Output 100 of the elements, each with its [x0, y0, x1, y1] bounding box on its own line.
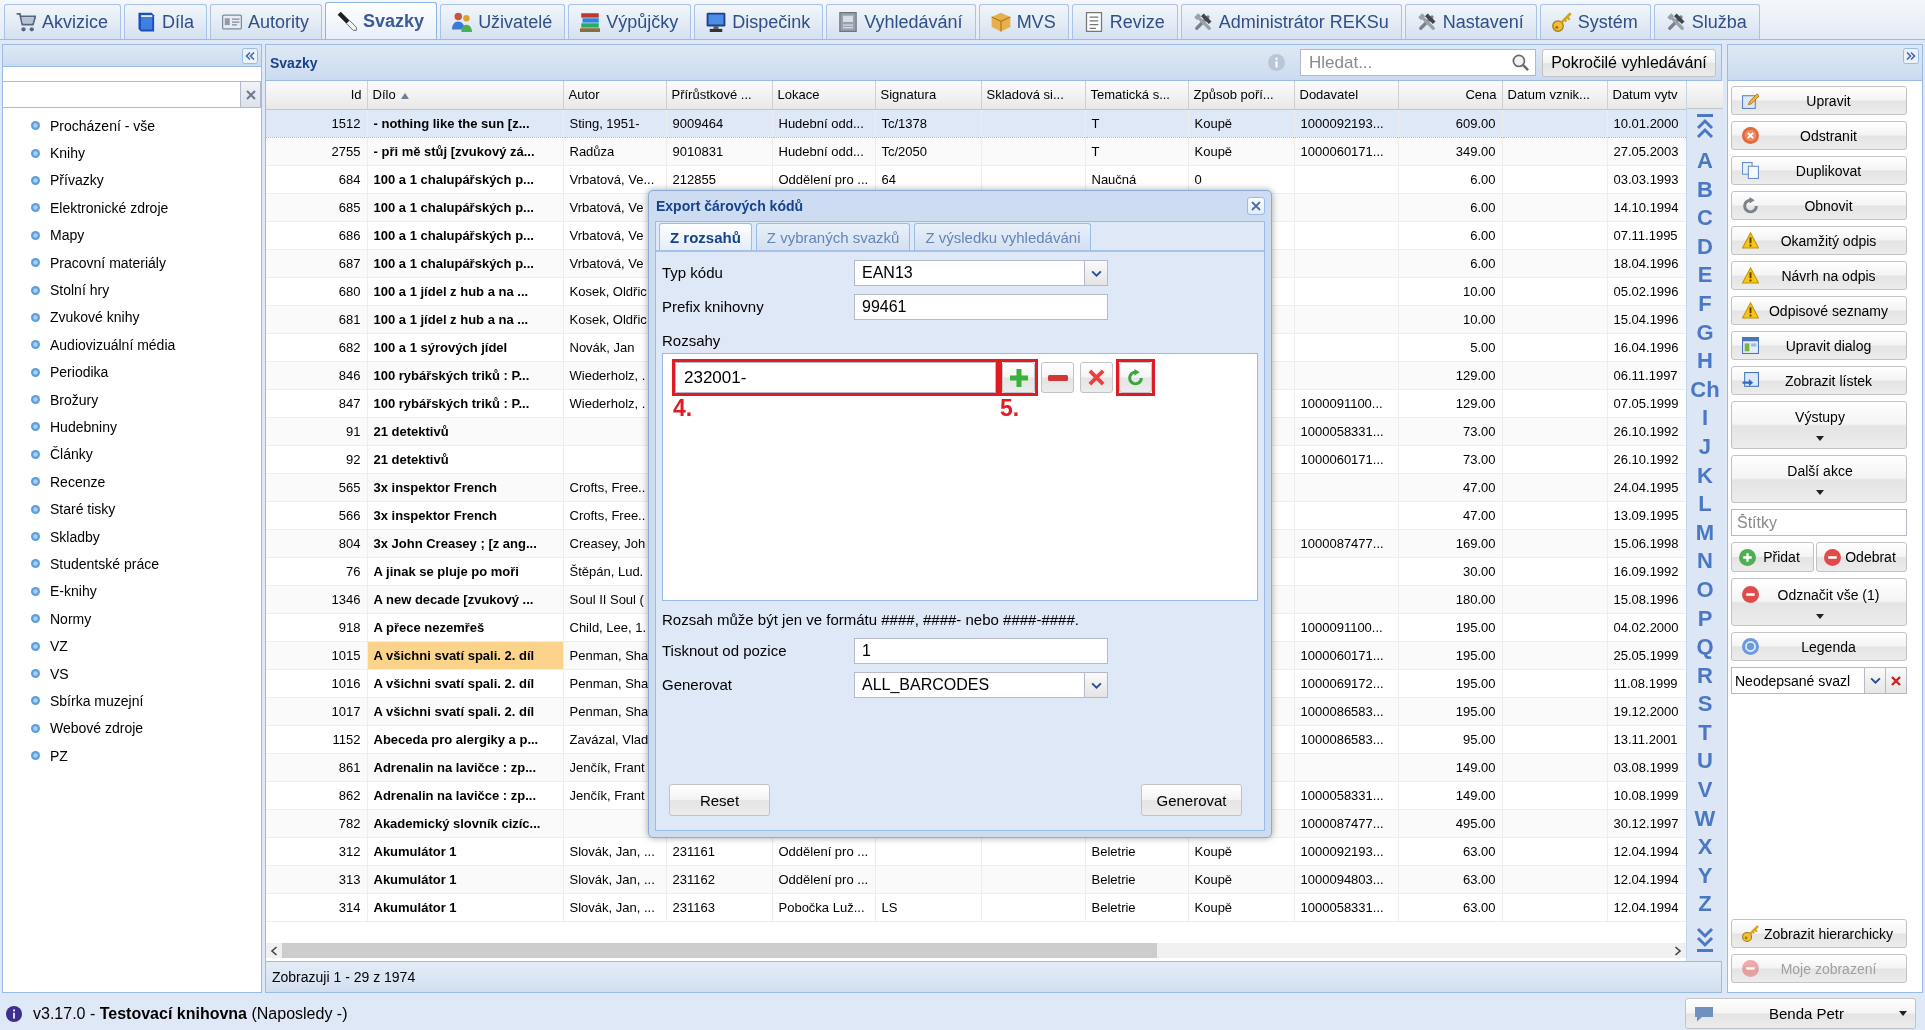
- column-header[interactable]: Signatura: [875, 81, 981, 109]
- dialog-button[interactable]: Reset: [669, 784, 770, 816]
- action-button[interactable]: Upravit dialog: [1731, 331, 1907, 360]
- combo-field[interactable]: Neodepsané svazl: [1731, 667, 1864, 694]
- tree-item[interactable]: Pracovní materiály: [3, 248, 261, 277]
- action-button[interactable]: Legenda: [1731, 632, 1907, 661]
- action-button[interactable]: Odebrat: [1816, 542, 1907, 572]
- advanced-search-button[interactable]: Pokročilé vyhledávání: [1542, 48, 1716, 77]
- dropdown-button[interactable]: [1084, 672, 1108, 698]
- nav-tab[interactable]: Akvizice: [4, 4, 121, 39]
- column-header[interactable]: Dodavatel: [1294, 81, 1398, 109]
- tree-item[interactable]: Knihy: [3, 139, 261, 167]
- column-header[interactable]: Autor: [563, 81, 666, 109]
- tree-item[interactable]: Normy: [3, 605, 261, 633]
- table-row[interactable]: 313 Akumulátor 1 Slovák, Jan, ... 231162 Oddělení pro ... Beletrie Koupě 1000094803... 63.00 12.04.1994: [266, 865, 1686, 893]
- nav-tab[interactable]: Autority: [210, 4, 323, 39]
- chevron-left-icon[interactable]: [270, 945, 278, 956]
- column-header[interactable]: Id: [266, 81, 367, 109]
- filter-field[interactable]: [3, 81, 241, 108]
- tree-item[interactable]: VZ: [3, 632, 261, 660]
- column-header[interactable]: Přírůstkové ...: [666, 81, 772, 109]
- column-header[interactable]: Datum vznik...: [1502, 81, 1607, 109]
- combo-field[interactable]: EAN13: [854, 260, 1084, 286]
- expand-icon[interactable]: [1903, 48, 1919, 64]
- table-row[interactable]: 1512 - nothing like the sun [z... Sting, 1951- 9009464 Hudební odd... Tc/1378 T Koupě 1000092193... 609.00 10.01.2000: [266, 109, 1686, 137]
- column-header[interactable]: Datum vytv: [1607, 81, 1686, 109]
- user-menu-button[interactable]: Benda Petr: [1685, 998, 1916, 1029]
- action-button[interactable]: Zobrazit lístek: [1731, 366, 1907, 395]
- action-button[interactable]: Přidat: [1731, 542, 1814, 572]
- column-header[interactable]: Lokace: [772, 81, 875, 109]
- search-field[interactable]: Hledat...: [1300, 49, 1536, 76]
- tree-item[interactable]: VS: [3, 659, 261, 688]
- nav-tab[interactable]: Systém: [1539, 4, 1651, 39]
- action-button[interactable]: Upravit: [1731, 86, 1907, 115]
- tree-item[interactable]: Brožury: [3, 385, 261, 414]
- tree-item[interactable]: Studentské práce: [3, 550, 261, 578]
- menu-button[interactable]: Výstupy: [1731, 401, 1907, 449]
- nav-tab[interactable]: Svazky: [325, 2, 438, 39]
- action-button[interactable]: Odpisové seznamy: [1731, 296, 1907, 325]
- dialog-tab[interactable]: Z rozsahů: [659, 223, 752, 250]
- tree-item[interactable]: Zvukové knihy: [3, 303, 261, 332]
- action-button[interactable]: Okamžitý odpis: [1731, 226, 1907, 255]
- nav-tab[interactable]: Nastavení: [1404, 4, 1537, 39]
- tags-field[interactable]: Štítky: [1731, 509, 1907, 536]
- tree-item[interactable]: Přívazky: [3, 166, 261, 195]
- nav-tab[interactable]: Dispečink: [694, 4, 824, 39]
- menu-button[interactable]: Další akce: [1731, 455, 1907, 503]
- remove-button[interactable]: [1041, 362, 1074, 393]
- search-icon[interactable]: [1512, 54, 1529, 71]
- table-row[interactable]: 684 100 a 1 chalupářských p... Vrbatová, Ve... 212855 Oddělení pro ... 64 Naučná 0 6.00 03.03.1993: [266, 165, 1686, 193]
- dropdown-button[interactable]: [1084, 260, 1108, 286]
- close-button[interactable]: [1247, 197, 1265, 215]
- delete-button[interactable]: [1080, 362, 1113, 393]
- double-chevron-up-icon[interactable]: [1696, 114, 1714, 140]
- column-header[interactable]: Způsob poří...: [1188, 81, 1294, 109]
- nav-tab[interactable]: Výpůjčky: [568, 4, 692, 39]
- column-header[interactable]: Tematická s...: [1085, 81, 1188, 109]
- clear-button[interactable]: [241, 81, 261, 108]
- dialog-button[interactable]: Generovat: [1141, 784, 1242, 816]
- nav-tab[interactable]: Vyhledávání: [826, 4, 976, 39]
- text-field[interactable]: 99461: [854, 294, 1108, 320]
- table-row[interactable]: 2755 - při mě stůj [zvukový zá... Radůza 9010831 Hudební odd... Tc/2050 T Koupě 1000060171... 349.00 27.05.2003: [266, 137, 1686, 165]
- tree-item[interactable]: Periodika: [3, 358, 261, 386]
- menu-button[interactable]: Odznačit vše (1): [1731, 578, 1907, 626]
- dropdown-button[interactable]: [1864, 667, 1886, 694]
- tree-item[interactable]: Sbírka muzejní: [3, 687, 261, 715]
- tree-item[interactable]: Webové zdroje: [3, 714, 261, 742]
- table-row[interactable]: 314 Akumulátor 1 Slovák, Jan, ... 231163 Pobočka Luž... LS Beletrie Koupě 1000058331... 63.00 12.04.1994: [266, 893, 1686, 921]
- action-button[interactable]: Zobrazit hierarchicky: [1731, 919, 1907, 948]
- column-header[interactable]: Cena: [1398, 81, 1502, 109]
- nav-tab[interactable]: Služba: [1653, 4, 1760, 39]
- text-field[interactable]: 1: [854, 638, 1108, 664]
- clear-button[interactable]: [1886, 667, 1907, 694]
- action-button[interactable]: Duplikovat: [1731, 156, 1907, 185]
- range-input[interactable]: 232001-: [675, 362, 996, 393]
- tree-item[interactable]: Procházení - vše: [3, 112, 261, 140]
- tree-item[interactable]: Recenze: [3, 468, 261, 496]
- combo-field[interactable]: ALL_BARCODES: [854, 672, 1084, 698]
- collapse-icon[interactable]: [242, 48, 258, 64]
- tree-item[interactable]: Mapy: [3, 221, 261, 249]
- nav-tab[interactable]: Uživatelé: [440, 4, 566, 39]
- double-chevron-down-icon[interactable]: [1696, 926, 1714, 953]
- nav-tab[interactable]: MVS: [978, 4, 1069, 39]
- nav-tab[interactable]: Revize: [1071, 4, 1178, 39]
- action-button[interactable]: Obnovit: [1731, 191, 1907, 220]
- tree-item[interactable]: Audiovizuální média: [3, 331, 261, 359]
- tree-item[interactable]: Skladby: [3, 522, 261, 551]
- scrollbar-thumb[interactable]: [282, 943, 1157, 958]
- action-button[interactable]: Návrh na odpis: [1731, 261, 1907, 290]
- chevron-right-icon[interactable]: [1674, 945, 1682, 956]
- tree-item[interactable]: Hudebniny: [3, 413, 261, 441]
- tree-item[interactable]: Elektronické zdroje: [3, 194, 261, 222]
- tree-item[interactable]: PZ: [3, 742, 261, 770]
- tree-item[interactable]: E-knihy: [3, 577, 261, 606]
- action-button[interactable]: Odstranit: [1731, 121, 1907, 150]
- tree-item[interactable]: Články: [3, 440, 261, 469]
- column-header[interactable]: Skladová si...: [981, 81, 1085, 109]
- tree-item[interactable]: Staré tisky: [3, 495, 261, 523]
- nav-tab[interactable]: Díla: [124, 4, 208, 39]
- table-row[interactable]: 312 Akumulátor 1 Slovák, Jan, ... 231161 Oddělení pro ... Beletrie Koupě 1000092193... 63.00 12.04.1994: [266, 837, 1686, 865]
